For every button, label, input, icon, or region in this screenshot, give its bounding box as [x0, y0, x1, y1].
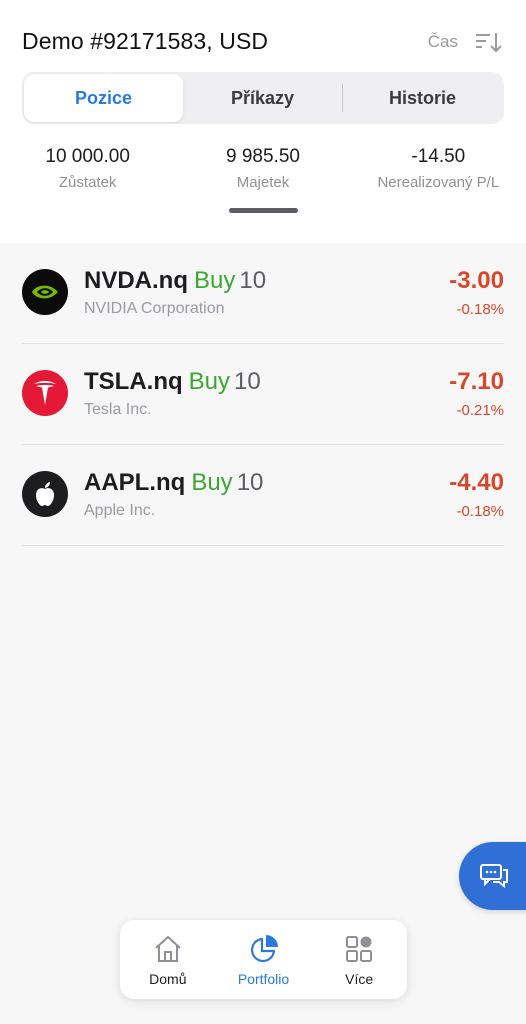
equity-label: Majetek [236, 174, 290, 191]
chat-icon [480, 864, 508, 889]
unrealized-pl-value: -14.50 [411, 146, 466, 167]
summary-balance: 10 000.00 Zůstatek [0, 146, 175, 191]
position-pl-percent: -0.18% [456, 301, 504, 318]
tab-historie[interactable]: Historie [343, 74, 502, 122]
symbol-text: TSLA.nq [84, 368, 183, 395]
side-text: Buy [191, 469, 233, 496]
summary-equity: 9 985.50 Majetek [175, 146, 350, 191]
nav-more-label: Více [345, 971, 374, 987]
qty-text: 10 [234, 368, 261, 395]
sort-label[interactable]: Čas [428, 32, 458, 52]
nav-home[interactable]: Domů [120, 920, 216, 999]
tab-pozice[interactable]: Pozice [24, 74, 183, 122]
nvidia-logo-icon [22, 269, 68, 315]
company-name: Tesla Inc. [84, 401, 152, 418]
symbol-text: AAPL.nq [84, 469, 186, 496]
nav-portfolio[interactable]: Portfolio [216, 920, 312, 999]
chat-button[interactable] [459, 842, 526, 910]
nav-portfolio-label: Portfolio [237, 971, 290, 987]
top-panel: Demo #92171583, USD Čas Pozice Příkazy H… [0, 0, 526, 243]
position-symbol: TSLA.nq Buy 10 [84, 368, 261, 396]
side-text: Buy [194, 267, 236, 294]
tab-prikazy[interactable]: Příkazy [183, 74, 342, 122]
nav-home-label: Domů [149, 971, 187, 987]
company-name: Apple Inc. [84, 502, 156, 519]
side-text: Buy [188, 368, 231, 395]
position-pl-percent: -0.18% [456, 503, 504, 520]
nav-more[interactable]: Více [311, 920, 407, 999]
sort-icon[interactable] [474, 30, 502, 54]
symbol-text: NVDA.nq [84, 267, 188, 294]
company-name: NVIDIA Corporation [84, 300, 225, 317]
balance-label: Zůstatek [58, 174, 117, 191]
position-pl: -7.10 [449, 368, 504, 395]
home-icon [155, 935, 181, 962]
equity-value: 9 985.50 [226, 146, 300, 167]
unrealized-pl-label: Nerealizovaný P/L [377, 174, 500, 191]
drag-handle[interactable] [229, 208, 298, 213]
position-pl: -4.40 [449, 469, 504, 496]
qty-text: 10 [236, 469, 264, 496]
account-summary: 10 000.00 Zůstatek 9 985.50 Majetek -14.… [0, 146, 526, 191]
bottom-navigation: Domů Portfolio Více [120, 920, 407, 999]
account-title[interactable]: Demo #92171583, USD [22, 28, 268, 55]
tesla-logo-icon [22, 370, 68, 416]
position-row[interactable]: AAPL.nq Buy 10 Apple Inc. -4.40 -0.18% [22, 445, 504, 546]
balance-value: 10 000.00 [45, 146, 130, 167]
pie-chart-icon [250, 935, 278, 963]
positions-list: NVDA.nq Buy 10 NVIDIA Corporation -3.00 -0… [0, 243, 526, 546]
position-row[interactable]: NVDA.nq Buy 10 NVIDIA Corporation -3.00 -0… [22, 243, 504, 344]
qty-text: 10 [239, 267, 267, 294]
position-pl-percent: -0.21% [456, 402, 504, 419]
position-pl: -3.00 [449, 267, 504, 294]
position-row[interactable]: TSLA.nq Buy 10 Tesla Inc. -7.10 -0.21% [22, 344, 504, 445]
apple-logo-icon [22, 471, 68, 517]
summary-unrealized-pl: -14.50 Nerealizovaný P/L [351, 146, 526, 191]
position-symbol: AAPL.nq Buy 10 [84, 469, 263, 497]
grid-icon [346, 936, 373, 962]
position-symbol: NVDA.nq Buy 10 [84, 267, 266, 295]
tab-bar: Pozice Příkazy Historie [22, 72, 504, 124]
